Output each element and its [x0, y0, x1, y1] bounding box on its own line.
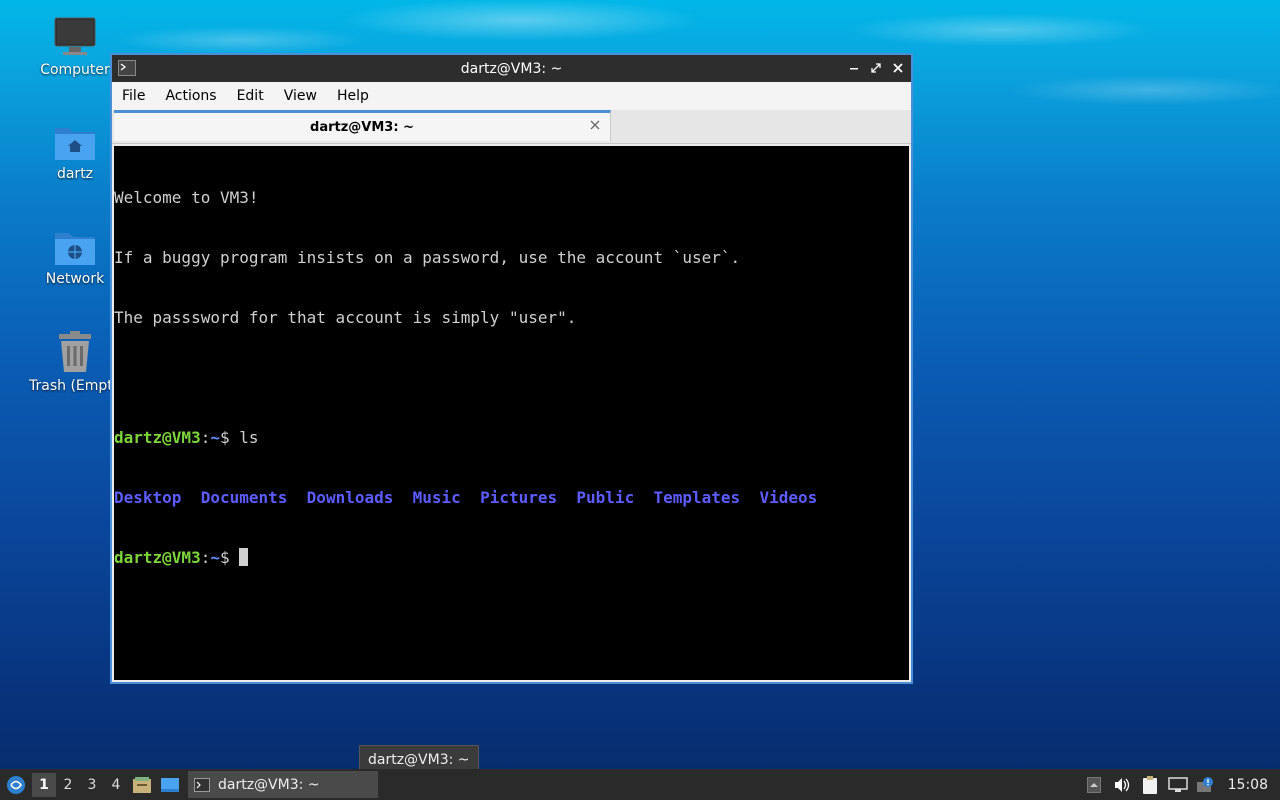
close-icon [590, 120, 600, 130]
ls-entry: Templates [653, 488, 741, 507]
minimize-button[interactable] [845, 59, 863, 77]
tab-close-button[interactable] [590, 118, 600, 134]
prompt-separator: : [200, 428, 211, 447]
ls-entry: Documents [200, 488, 288, 507]
tray-expand-button[interactable] [1080, 769, 1108, 800]
prompt-symbol: $ [219, 548, 240, 567]
terminal-line: Welcome to VM3! [114, 188, 259, 207]
window-titlebar[interactable]: dartz@VM3: ~ [112, 55, 911, 82]
volume-button[interactable] [1108, 769, 1136, 800]
workspace-3[interactable]: 3 [80, 773, 104, 797]
menu-file[interactable]: File [112, 88, 155, 104]
ls-entry: Pictures [480, 488, 558, 507]
tab-label: dartz@VM3: ~ [310, 119, 414, 135]
terminal-line: If a buggy program insists on a password… [114, 248, 741, 267]
clipboard-icon [1142, 775, 1157, 794]
file-manager-icon [133, 776, 151, 793]
ls-entry: Public [576, 488, 635, 507]
menu-actions[interactable]: Actions [155, 88, 226, 104]
file-manager-launcher[interactable] [128, 769, 156, 800]
ls-entry: Desktop [114, 488, 182, 507]
taskbar: 1 2 3 4 dartz@VM3: ~ 15:08 [0, 769, 1280, 800]
terminal-output[interactable]: Welcome to VM3! If a buggy program insis… [114, 146, 909, 680]
computer-icon [54, 17, 96, 55]
desktop-icon-trash[interactable]: Trash (Empty) [15, 330, 124, 394]
desktop-icon-label: Trash (Empty) [29, 378, 124, 394]
terminal-task-icon [194, 777, 210, 792]
system-tray: 15:08 [1080, 769, 1280, 800]
prompt-path: ~ [210, 428, 220, 447]
ls-entry: Music [412, 488, 461, 507]
prompt-user: dartz@VM3 [114, 548, 201, 567]
ls-output-line: Desktop Documents Downloads Music Pictur… [114, 488, 909, 508]
menu-edit[interactable]: Edit [227, 88, 274, 104]
network-button[interactable] [1164, 769, 1192, 800]
terminal-app-icon [118, 60, 136, 76]
ls-entry: Videos [759, 488, 818, 507]
prompt-symbol: $ [219, 428, 240, 447]
update-notifier-button[interactable] [1192, 769, 1220, 800]
network-icon [1167, 776, 1188, 792]
task-label: dartz@VM3: ~ [218, 776, 320, 793]
close-button[interactable] [889, 59, 907, 77]
minimize-icon [850, 68, 858, 70]
terminal-cursor [239, 548, 249, 566]
terminal-window: dartz@VM3: ~ File Actions Edit View Help… [110, 53, 913, 684]
close-icon [893, 63, 903, 73]
maximize-icon [871, 63, 881, 73]
terminal-prompt-line: dartz@VM3:~$ [114, 548, 909, 568]
terminal-line: The passsword for that account is simply… [114, 308, 577, 327]
volume-icon [1114, 777, 1129, 792]
trash-icon [59, 331, 91, 372]
workspace-2[interactable]: 2 [56, 773, 80, 797]
prompt-separator: : [200, 548, 211, 567]
menu-help[interactable]: Help [327, 88, 379, 104]
menubar: File Actions Edit View Help [112, 82, 911, 110]
show-desktop-button[interactable] [156, 769, 184, 800]
start-menu-icon [7, 775, 25, 794]
terminal-command: ls [239, 428, 259, 447]
workspace-4[interactable]: 4 [104, 773, 128, 797]
update-notifier-icon [1196, 776, 1213, 792]
ls-entry: Downloads [306, 488, 394, 507]
clipboard-button[interactable] [1136, 769, 1164, 800]
start-menu-button[interactable] [0, 769, 32, 800]
desktop-icon [161, 777, 179, 792]
taskbar-task-terminal[interactable]: dartz@VM3: ~ [188, 771, 378, 798]
window-title: dartz@VM3: ~ [460, 60, 563, 77]
terminal-command-line: dartz@VM3:~$ ls [114, 428, 909, 448]
clock[interactable]: 15:08 [1220, 777, 1280, 793]
home-folder-icon [55, 128, 95, 160]
tab-terminal[interactable]: dartz@VM3: ~ [114, 110, 611, 141]
prompt-user: dartz@VM3 [114, 428, 201, 447]
tab-bar: dartz@VM3: ~ [112, 110, 911, 144]
maximize-button[interactable] [867, 59, 885, 77]
prompt-path: ~ [210, 548, 220, 567]
network-folder-icon [55, 233, 95, 265]
chevron-up-icon [1086, 776, 1101, 793]
workspace-1[interactable]: 1 [32, 772, 56, 797]
menu-view[interactable]: View [274, 88, 327, 104]
